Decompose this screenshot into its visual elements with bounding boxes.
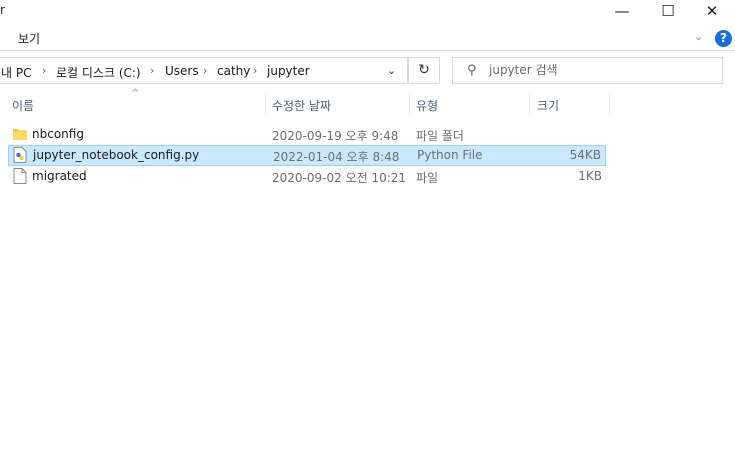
- column-header-name[interactable]: 이름: [12, 97, 34, 114]
- file-type: 파일 폴더: [416, 129, 464, 143]
- breadcrumb-local-disk[interactable]: 로컬 디스크 (C:): [56, 64, 141, 81]
- file-name: jupyter_notebook_config.py: [33, 148, 200, 162]
- column-divider[interactable]: [609, 92, 610, 116]
- file-size: 1KB: [578, 169, 602, 183]
- file-date: 2022-01-04 오후 8:48: [273, 150, 400, 164]
- search-box[interactable]: ⚲: [452, 57, 723, 84]
- minimize-button[interactable]: —: [599, 0, 645, 24]
- ribbon-divider: [0, 50, 735, 51]
- file-size: 54KB: [569, 148, 601, 162]
- breadcrumb-jupyter[interactable]: jupyter: [267, 64, 310, 78]
- file-type: Python File: [417, 148, 483, 162]
- file-row[interactable]: nbconfig 2020-09-19 오후 9:48 파일 폴더: [8, 124, 606, 145]
- file-date: 2020-09-19 오후 9:48: [272, 129, 399, 143]
- refresh-icon: ↻: [418, 62, 430, 78]
- folder-icon: [13, 129, 27, 140]
- breadcrumb-separator[interactable]: ›: [150, 64, 154, 77]
- file-date: 2020-09-02 오전 10:21: [272, 171, 407, 185]
- column-divider[interactable]: [529, 92, 530, 116]
- ribbon-collapse-icon[interactable]: ⌄: [694, 30, 703, 43]
- window-title: r: [0, 3, 5, 17]
- file-name: nbconfig: [32, 127, 84, 141]
- breadcrumb-cathy[interactable]: cathy: [217, 64, 250, 78]
- breadcrumb-separator[interactable]: ›: [253, 64, 257, 77]
- address-dropdown-icon[interactable]: ⌄: [387, 64, 396, 77]
- python-file-icon: [13, 147, 27, 163]
- sort-ascending-icon: ^: [131, 88, 140, 99]
- file-row[interactable]: migrated 2020-09-02 오전 10:21 파일 1KB: [8, 166, 606, 187]
- column-divider[interactable]: [265, 92, 266, 116]
- column-header-date[interactable]: 수정한 날짜: [272, 97, 331, 114]
- help-icon[interactable]: ?: [715, 30, 732, 47]
- maximize-button[interactable]: ☐: [645, 0, 691, 24]
- address-bar[interactable]: 내 PC › 로컬 디스크 (C:) › Users › cathy › jup…: [0, 57, 408, 84]
- close-button[interactable]: ✕: [689, 0, 735, 24]
- refresh-button[interactable]: ↻: [408, 57, 440, 84]
- breadcrumb-this-pc[interactable]: 내 PC: [1, 64, 31, 81]
- breadcrumb-separator[interactable]: ›: [203, 64, 207, 77]
- ribbon: 보기 ⌄: [0, 24, 735, 50]
- search-input[interactable]: [489, 60, 709, 80]
- column-header-type[interactable]: 유형: [416, 97, 438, 114]
- tab-view[interactable]: 보기: [18, 30, 40, 47]
- search-icon: ⚲: [467, 63, 477, 78]
- file-icon: [13, 168, 27, 184]
- file-row-selected[interactable]: jupyter_notebook_config.py 2022-01-04 오후…: [8, 145, 606, 166]
- column-divider[interactable]: [409, 92, 410, 116]
- breadcrumb-users[interactable]: Users: [165, 64, 199, 78]
- breadcrumb-separator[interactable]: ›: [42, 64, 46, 77]
- column-header-size[interactable]: 크기: [537, 97, 559, 114]
- file-name: migrated: [32, 169, 87, 183]
- title-bar: r — ☐ ✕: [0, 0, 735, 24]
- file-type: 파일: [416, 171, 439, 185]
